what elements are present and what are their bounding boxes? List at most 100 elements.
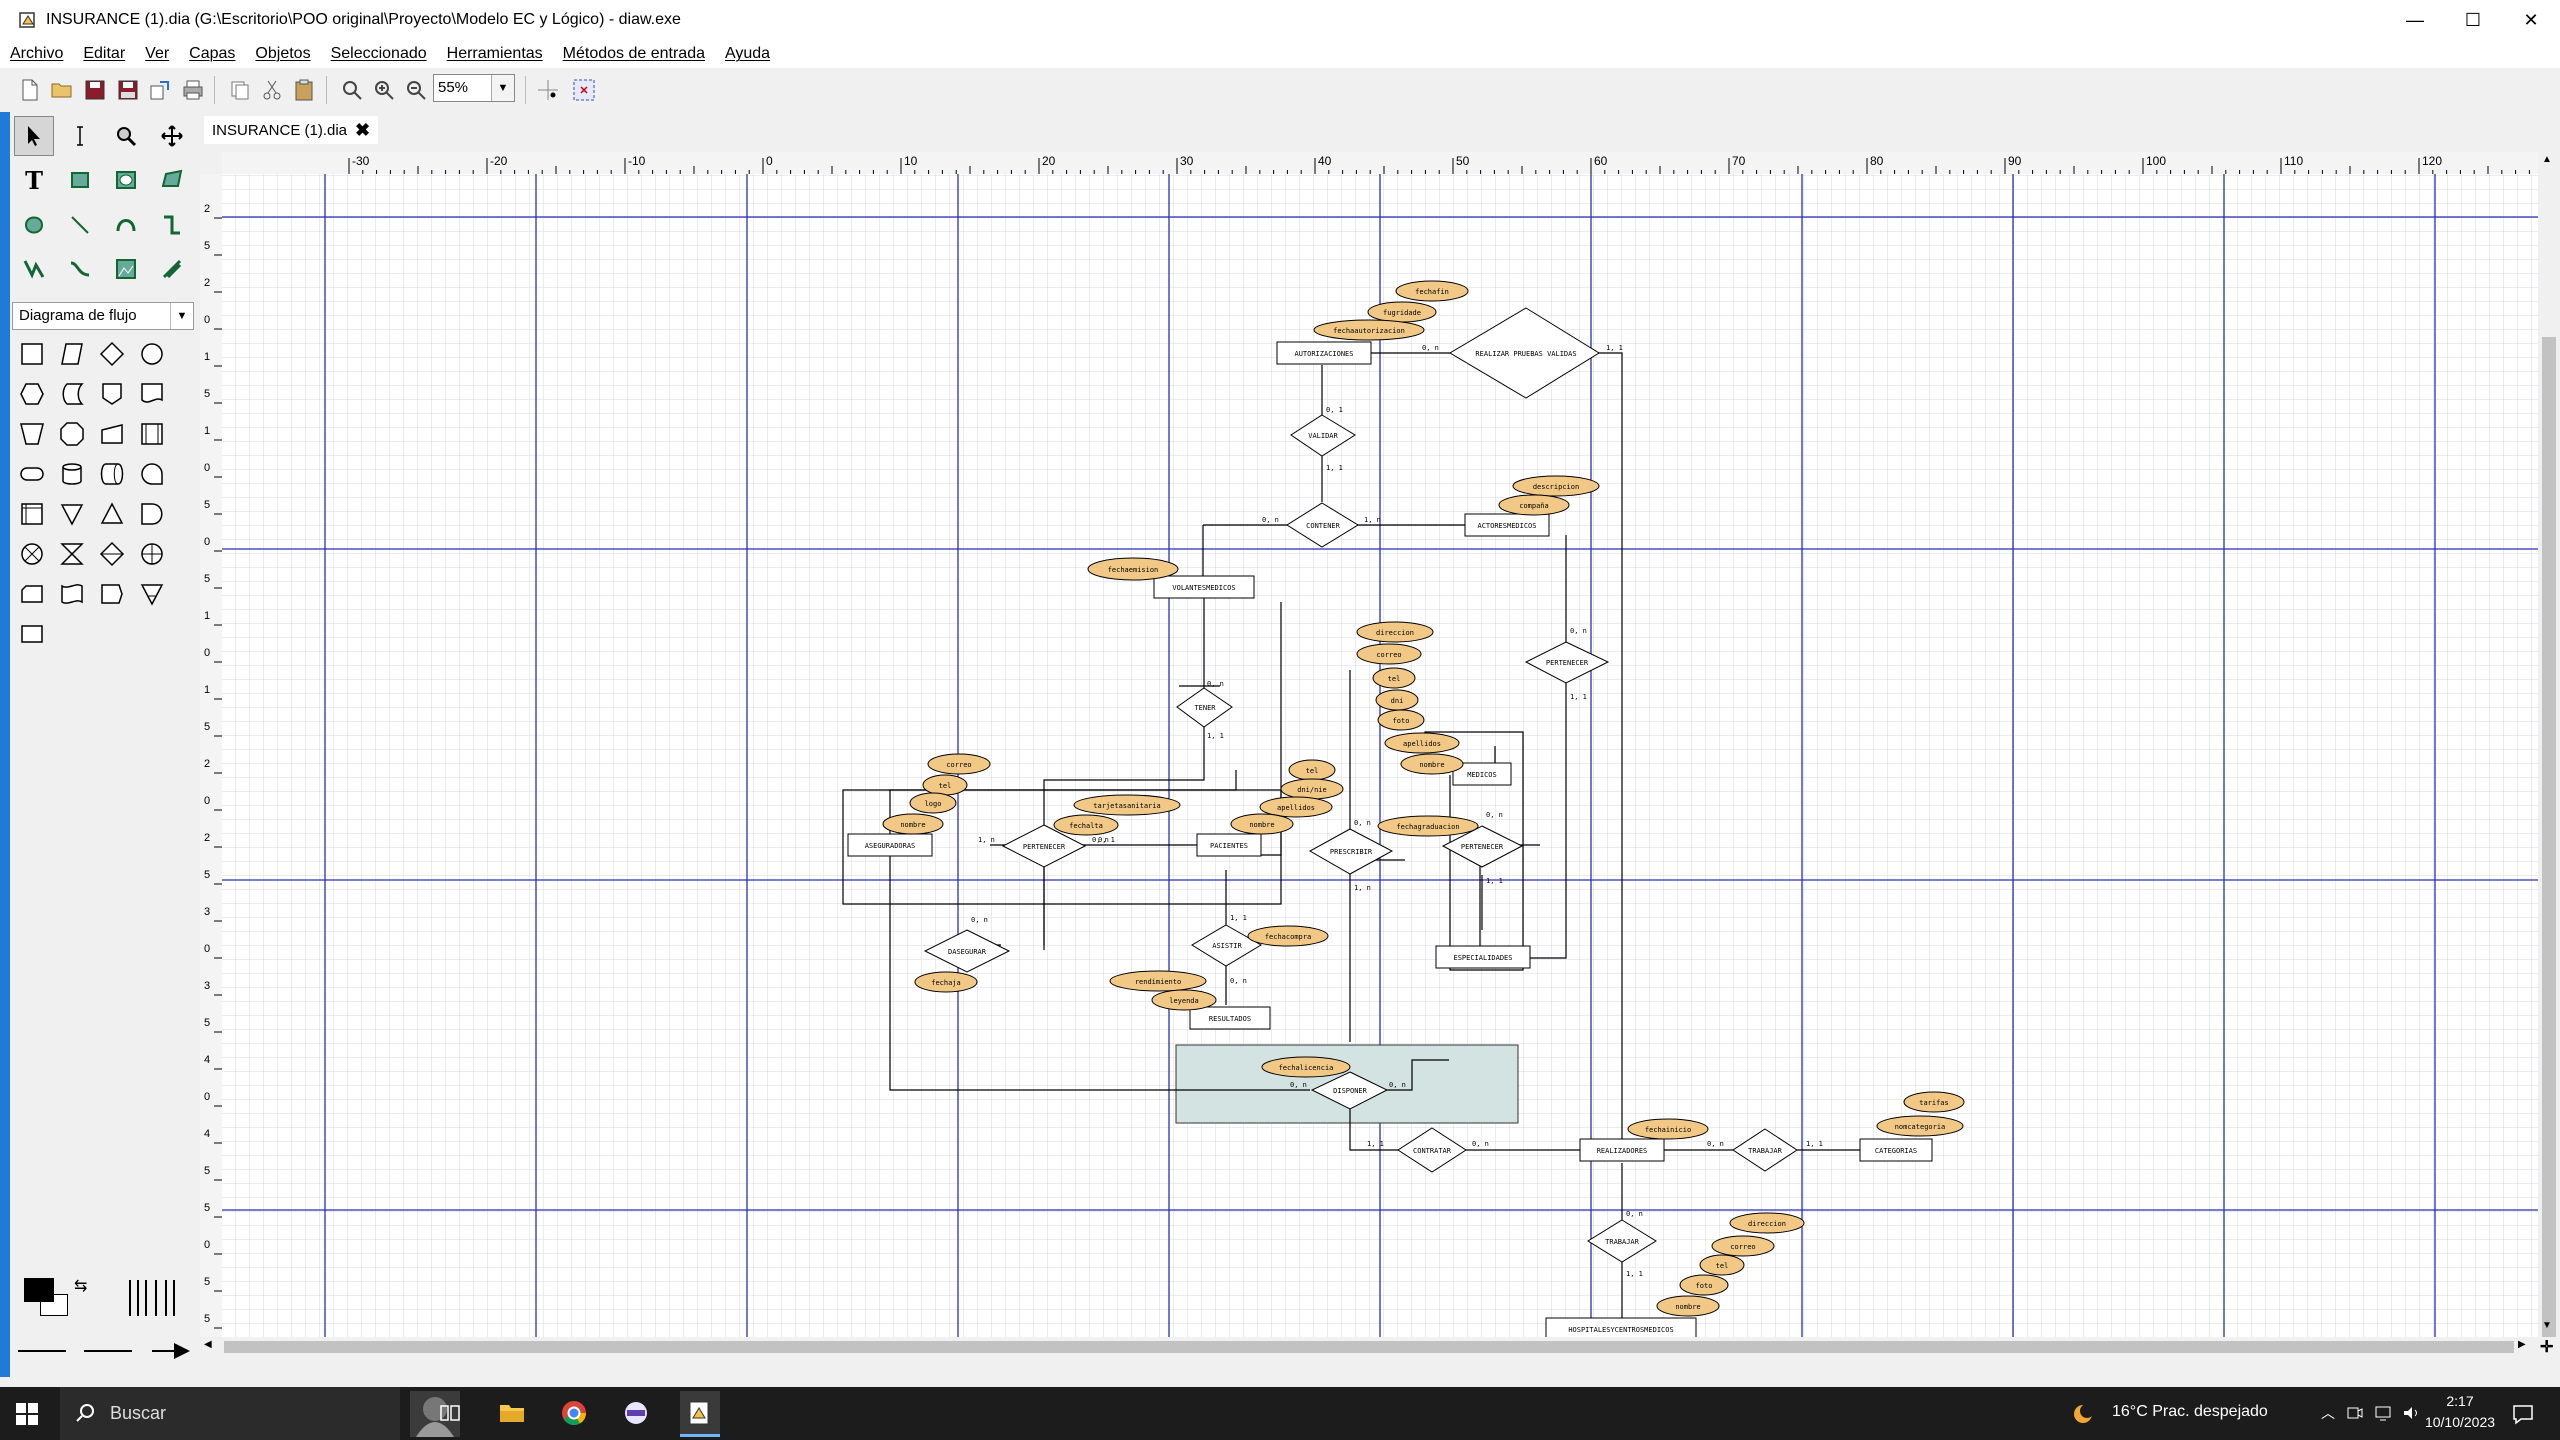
text-tool-icon[interactable]: T xyxy=(14,160,54,200)
scroll-right-icon[interactable]: ▶ xyxy=(2518,1339,2526,1350)
display-shape-icon[interactable] xyxy=(94,576,130,612)
attribute-nombre-paciente[interactable]: nombre xyxy=(1230,813,1294,835)
paste-icon[interactable] xyxy=(292,78,316,102)
menu-seleccionado[interactable]: Seleccionado xyxy=(321,45,437,63)
pointer-tool-icon[interactable] xyxy=(14,116,54,156)
clock-time[interactable]: 2:17 xyxy=(2425,1393,2495,1409)
scroll-tool-icon[interactable] xyxy=(152,116,192,156)
close-button[interactable]: ✕ xyxy=(2502,0,2560,40)
offline-storage-shape-icon[interactable] xyxy=(134,576,170,612)
attribute-foto-hospital[interactable]: foto xyxy=(1679,1274,1729,1296)
zoom-best-fit-icon[interactable] xyxy=(340,78,364,102)
parallelogram-shape-icon[interactable] xyxy=(54,336,90,372)
entity-volantesmedicos[interactable]: VOLANTESMEDICOS xyxy=(1153,575,1255,599)
zoom-out-icon[interactable] xyxy=(404,78,428,102)
document-shape-icon[interactable] xyxy=(134,376,170,412)
save-icon[interactable] xyxy=(83,78,107,102)
attribute-fechainicio[interactable]: fechainicio xyxy=(1627,1118,1709,1140)
meet-now-icon[interactable] xyxy=(2344,1401,2366,1425)
manual-operation-shape-icon[interactable] xyxy=(14,416,50,452)
swap-colors-icon[interactable]: ⇆ xyxy=(74,1276,87,1296)
menu-ver[interactable]: Ver xyxy=(135,45,179,63)
attribute-correo-hospital[interactable]: correo xyxy=(1711,1235,1775,1257)
attribute-fechalicencia[interactable]: fechalicencia xyxy=(1261,1056,1351,1078)
horizontal-scroll-thumb[interactable] xyxy=(224,1341,2514,1353)
collate-shape-icon[interactable] xyxy=(54,536,90,572)
preparation-shape-icon[interactable] xyxy=(14,376,50,412)
attribute-fechafin[interactable]: fechafin xyxy=(1395,280,1469,302)
menu-archivo[interactable]: Archivo xyxy=(0,45,73,63)
file-explorer-icon[interactable] xyxy=(494,1395,530,1431)
attribute-correo-medico[interactable]: correo xyxy=(1356,643,1422,665)
color-selector[interactable] xyxy=(24,1278,68,1316)
entity-autorizaciones[interactable]: AUTORIZACIONES xyxy=(1276,341,1372,365)
attribute-fechalta[interactable]: fechalta xyxy=(1053,814,1119,836)
menu-editar[interactable]: Editar xyxy=(73,45,135,63)
snap-to-objects-icon[interactable] xyxy=(572,78,596,102)
scroll-left-icon[interactable]: ◀ xyxy=(204,1339,212,1350)
attribute-correo-aseguradora[interactable]: correo xyxy=(927,753,991,775)
task-view-icon[interactable] xyxy=(432,1395,468,1431)
octagon-shape-icon[interactable] xyxy=(54,416,90,452)
direct-data-shape-icon[interactable] xyxy=(94,456,130,492)
bezier-tool-icon[interactable] xyxy=(60,249,100,289)
chrome-icon[interactable] xyxy=(556,1395,592,1431)
horizontal-scrollbar[interactable]: ◀ ▶ ✛ xyxy=(200,1337,2553,1357)
arc-tool-icon[interactable] xyxy=(106,205,146,245)
print-icon[interactable] xyxy=(181,78,205,102)
vertical-scroll-thumb[interactable] xyxy=(2542,337,2556,1337)
attribute-logo[interactable]: logo xyxy=(909,792,957,814)
clock-date[interactable]: 10/10/2023 xyxy=(2405,1414,2515,1430)
navigation-icon[interactable]: ✛ xyxy=(2540,1337,2553,1357)
vertical-scrollbar[interactable]: ▲ ▼ xyxy=(2538,152,2560,1337)
notifications-icon[interactable] xyxy=(2508,1399,2538,1429)
polygon-tool-icon[interactable] xyxy=(152,160,192,200)
attribute-apellidos-medico[interactable]: apellidos xyxy=(1384,732,1460,754)
summing-junction-shape-icon[interactable] xyxy=(14,536,50,572)
attribute-nombre-medico[interactable]: nombre xyxy=(1400,753,1464,775)
image-tool-icon[interactable] xyxy=(106,249,146,289)
delay-shape-icon[interactable] xyxy=(134,496,170,532)
attribute-descripcion[interactable]: descripcion xyxy=(1512,475,1600,497)
snap-to-grid-icon[interactable] xyxy=(536,78,560,102)
box-tool-icon[interactable] xyxy=(60,160,100,200)
stored-data-shape-icon[interactable] xyxy=(54,376,90,412)
magnify-tool-icon[interactable] xyxy=(106,116,146,156)
attribute-tel-paciente[interactable]: tel xyxy=(1288,759,1336,781)
outline-tool-icon[interactable] xyxy=(152,249,192,289)
weather-text[interactable]: 16°C Prac. despejado xyxy=(2112,1403,2268,1421)
entity-resultados[interactable]: RESULTADOS xyxy=(1189,1006,1271,1030)
merge-shape-icon[interactable] xyxy=(54,496,90,532)
entity-especialidades[interactable]: ESPECIALIDADES xyxy=(1435,945,1531,969)
attribute-dninie[interactable]: dni/nie xyxy=(1280,778,1344,800)
attribute-compania[interactable]: compaña xyxy=(1498,494,1570,516)
line-style-selector[interactable] xyxy=(14,1338,194,1364)
attribute-fechaautorizacion[interactable]: fechaautorizacion xyxy=(1313,319,1425,341)
internal-storage-shape-icon[interactable] xyxy=(14,496,50,532)
new-file-icon[interactable] xyxy=(18,78,42,102)
attribute-tarjetasanitaria[interactable]: tarjetasanitaria xyxy=(1073,794,1181,816)
attribute-nomcategoria[interactable]: nomcategoria xyxy=(1876,1115,1964,1137)
sort-shape-icon[interactable] xyxy=(94,536,130,572)
attribute-foto-medico[interactable]: foto xyxy=(1377,709,1425,731)
attribute-direccion-hospital[interactable]: direccion xyxy=(1729,1212,1805,1234)
menu-ayuda[interactable]: Ayuda xyxy=(715,45,780,63)
text-edit-tool-icon[interactable] xyxy=(60,116,100,156)
attribute-tel-hospital[interactable]: tel xyxy=(1699,1254,1745,1276)
attribute-nombre-hospital[interactable]: nombre xyxy=(1656,1295,1720,1317)
line-tool-icon[interactable] xyxy=(60,205,100,245)
sheet-selector[interactable]: Diagrama de flujo ▼ xyxy=(12,302,194,330)
predefined-process-shape-icon[interactable] xyxy=(134,416,170,452)
open-folder-icon[interactable] xyxy=(50,78,74,102)
entity-categorias[interactable]: CATEGORIAS xyxy=(1859,1138,1933,1162)
attribute-fechagraduacion[interactable]: fechagraduacion xyxy=(1377,815,1479,837)
ellipse-tool-icon[interactable] xyxy=(106,160,146,200)
attribute-direccion-medico[interactable]: direccion xyxy=(1356,621,1434,643)
attribute-tel-aseguradora[interactable]: tel xyxy=(922,774,968,796)
entity-pacientes[interactable]: PACIENTES xyxy=(1196,833,1262,857)
minimize-button[interactable]: — xyxy=(2386,0,2444,40)
chevron-up-icon[interactable]: ︿ xyxy=(2318,1401,2338,1425)
scroll-up-icon[interactable]: ▲ xyxy=(2542,154,2552,165)
zoom-combo[interactable]: ▼ xyxy=(433,74,515,102)
scroll-down-icon[interactable]: ▼ xyxy=(2542,1320,2552,1331)
